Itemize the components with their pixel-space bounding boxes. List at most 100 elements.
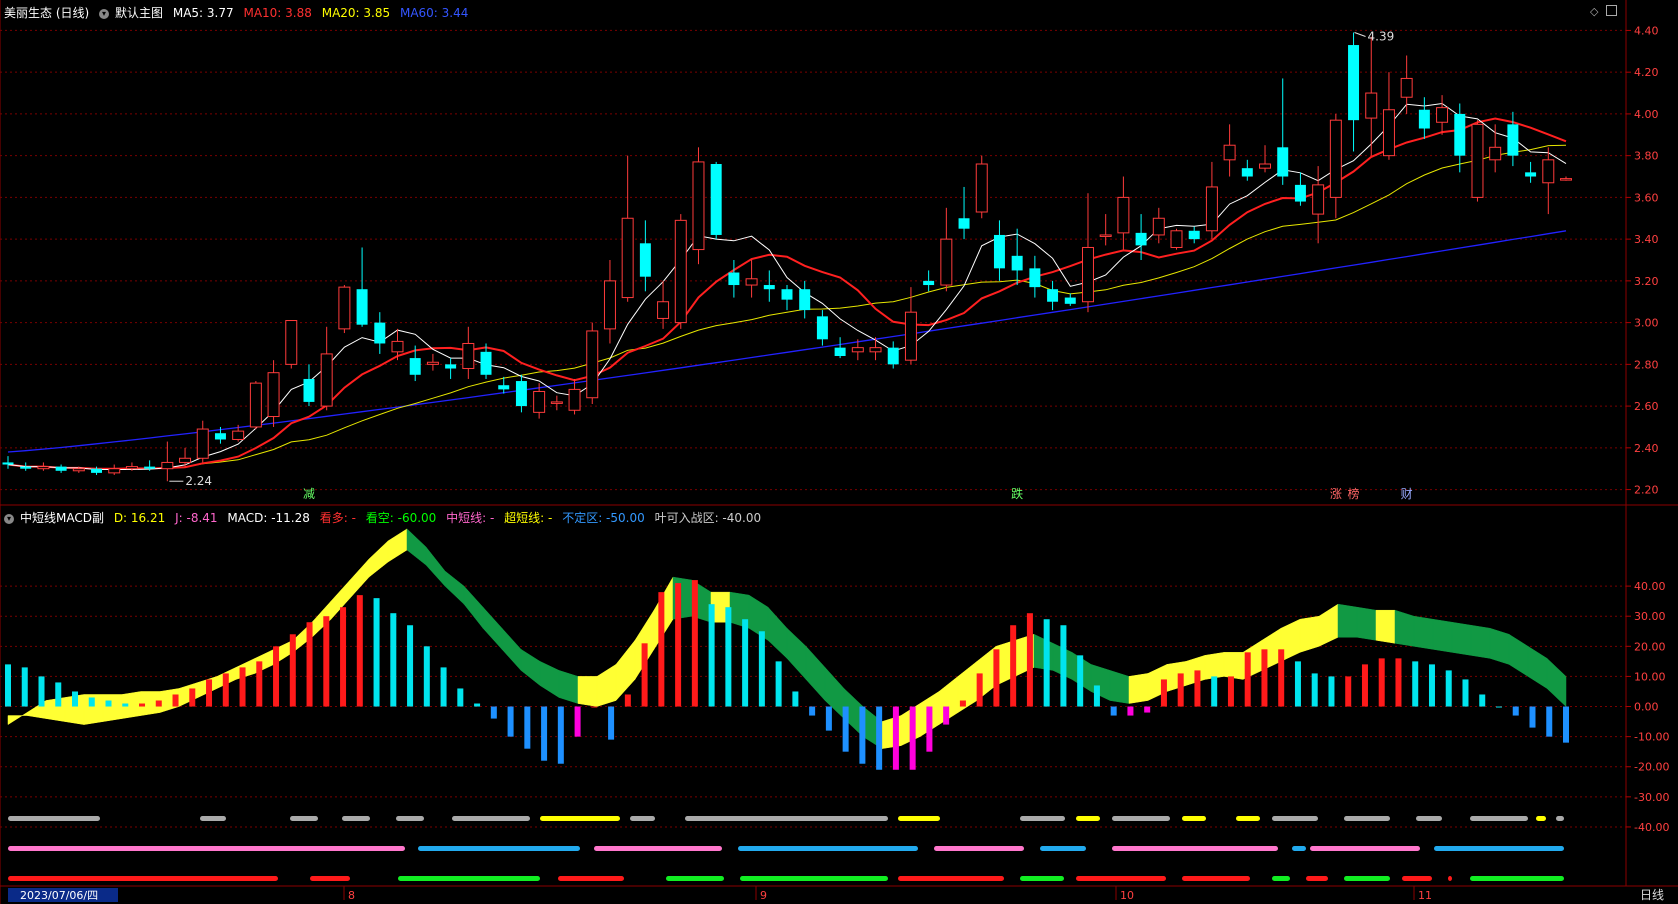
status-segment	[1020, 816, 1065, 821]
macd-bar	[809, 706, 816, 716]
macd-bar	[591, 706, 598, 708]
candle-body-down	[923, 280, 935, 286]
stock-chart[interactable]: 4.40 4.20 4.00 3.80 3.60 3.40 3.20 3.00 2.80 2.60…	[0, 0, 1678, 904]
macd-bar	[691, 580, 698, 707]
macd-bar	[1495, 706, 1502, 708]
macd-band-segment	[520, 648, 541, 686]
macd-band-segment	[805, 645, 826, 702]
candle-body-up	[1489, 146, 1502, 161]
macd-bar	[256, 661, 263, 707]
macd-bar	[792, 691, 799, 707]
macd-bar	[1428, 664, 1435, 707]
macd-bar	[976, 673, 983, 707]
candle-body-up	[179, 457, 192, 463]
status-segment	[685, 816, 888, 821]
status-bars	[8, 816, 1564, 881]
stock-title[interactable]: 美丽生态 (日线)	[4, 6, 89, 20]
ma10-value: MA10: 3.88	[243, 6, 312, 20]
candle-body-up	[1259, 163, 1272, 169]
month-label: 9	[760, 889, 767, 902]
low-annotation: 2.24	[185, 474, 212, 488]
macd-bar	[876, 706, 883, 770]
candle-body-up	[462, 342, 475, 370]
settings-icon[interactable]: ▾	[99, 8, 110, 19]
indicator-tick-label: -20.00	[1634, 761, 1669, 774]
macd-bar	[1043, 619, 1050, 707]
macd-band-segment	[1223, 652, 1244, 680]
macd-bar	[943, 706, 950, 725]
price-tick-label: 3.60	[1634, 191, 1659, 204]
candle-body-down	[993, 234, 1005, 269]
status-segment	[418, 846, 580, 851]
macd-band-segment	[748, 594, 769, 641]
status-segment	[934, 846, 1024, 851]
status-segment	[1182, 876, 1250, 881]
window-icon[interactable]	[1606, 5, 1617, 16]
macd-bar	[423, 646, 430, 707]
status-segment	[396, 816, 424, 821]
candle-body-up	[975, 163, 988, 213]
macd-bar	[775, 661, 782, 707]
indicator-tick-label: -40.00	[1634, 821, 1669, 834]
chart-name[interactable]: 默认主图	[115, 6, 163, 20]
macd-bar	[1361, 664, 1368, 707]
candle-body-down	[887, 347, 899, 365]
status-segment	[1344, 816, 1390, 821]
status-segment	[310, 876, 350, 881]
candle-body-down	[781, 289, 793, 300]
macd-band-segment	[7, 712, 28, 726]
candle-body-up	[267, 372, 280, 418]
diamond-icon[interactable]: ◇	[1590, 5, 1598, 18]
bear-value: 看空: -60.00	[365, 511, 437, 525]
chart-grid	[0, 0, 1678, 904]
macd-band-segment	[1489, 627, 1510, 665]
neutral-value: 不定区: -50.00	[562, 511, 645, 525]
candle-body-up	[1152, 217, 1165, 236]
macd-band-segment	[1299, 615, 1320, 653]
status-segment	[594, 846, 722, 851]
macd-band-segment	[1337, 603, 1358, 638]
month-label: 11	[1418, 889, 1432, 902]
macd-bar	[1177, 673, 1184, 707]
macd-bar	[105, 700, 112, 707]
macd-bar	[155, 700, 162, 707]
macd-bar	[1010, 625, 1017, 707]
indicator-settings-icon[interactable]: ▾	[4, 513, 14, 524]
candle-body-up	[869, 347, 882, 353]
status-segment	[898, 876, 1004, 881]
d-value: D: 16.21	[113, 511, 166, 525]
price-tick-label: 4.00	[1634, 108, 1659, 121]
macd-band-segment	[406, 528, 427, 566]
macd-bar	[1311, 673, 1318, 707]
status-segment	[1112, 816, 1170, 821]
status-segment	[738, 846, 918, 851]
macd-band-segment	[1318, 603, 1339, 647]
macd-band-segment	[349, 558, 370, 599]
candle-body-down	[1454, 113, 1466, 156]
month-label: 10	[1120, 889, 1134, 902]
macd-band-segment	[1356, 606, 1377, 641]
macd-bar	[624, 694, 631, 707]
macd-band-segment	[1432, 618, 1453, 653]
macd-bar	[742, 619, 749, 707]
candle-body-up	[1382, 109, 1395, 157]
cursor-date-label: 2023/07/06/四	[20, 889, 98, 902]
candle-body-down	[498, 385, 510, 390]
price-tick-label: 3.80	[1634, 150, 1659, 163]
indicator-title[interactable]: 中短线MACD副	[20, 511, 104, 525]
macd-bar	[557, 706, 564, 764]
macd-bar	[21, 667, 28, 707]
candle-body-down	[1135, 232, 1147, 246]
macd-bar	[675, 583, 682, 707]
macd-bar	[1093, 685, 1100, 707]
macd-bar	[1077, 655, 1084, 707]
macd-bar	[926, 706, 933, 752]
status-segment	[1182, 816, 1206, 821]
candle-body-down	[1277, 147, 1289, 177]
macd-bar	[356, 595, 363, 707]
candle-body-up	[692, 161, 705, 251]
macd-bar	[1194, 670, 1201, 707]
candle-body-up	[851, 347, 864, 353]
macd-bar	[541, 706, 548, 761]
macd-bar	[1227, 676, 1234, 707]
